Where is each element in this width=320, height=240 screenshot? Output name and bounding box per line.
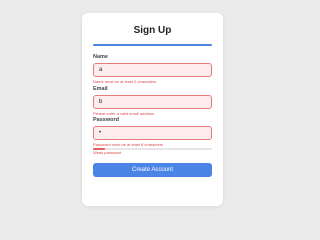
form-title: Sign Up — [133, 25, 172, 36]
password-strength-fill — [93, 148, 105, 150]
email-input[interactable]: b — [93, 95, 212, 109]
email-error: Please enter a valid email address — [93, 111, 155, 116]
name-input[interactable]: a — [93, 63, 212, 77]
password-strength-meter — [93, 148, 212, 150]
password-label: Password — [93, 117, 119, 123]
title-underline — [93, 44, 212, 46]
password-input[interactable]: • — [93, 126, 212, 140]
password-strength-label: Weak password — [93, 150, 122, 155]
email-label: Email — [93, 86, 108, 92]
name-label: Name — [93, 54, 108, 60]
name-error: Name must be at least 2 characters — [93, 79, 157, 84]
signup-card: Sign Up Name a Name must be at least 2 c… — [82, 13, 223, 206]
password-error: Password must be at least 8 characters — [93, 142, 164, 147]
create-account-button[interactable]: Create Account — [93, 163, 212, 177]
